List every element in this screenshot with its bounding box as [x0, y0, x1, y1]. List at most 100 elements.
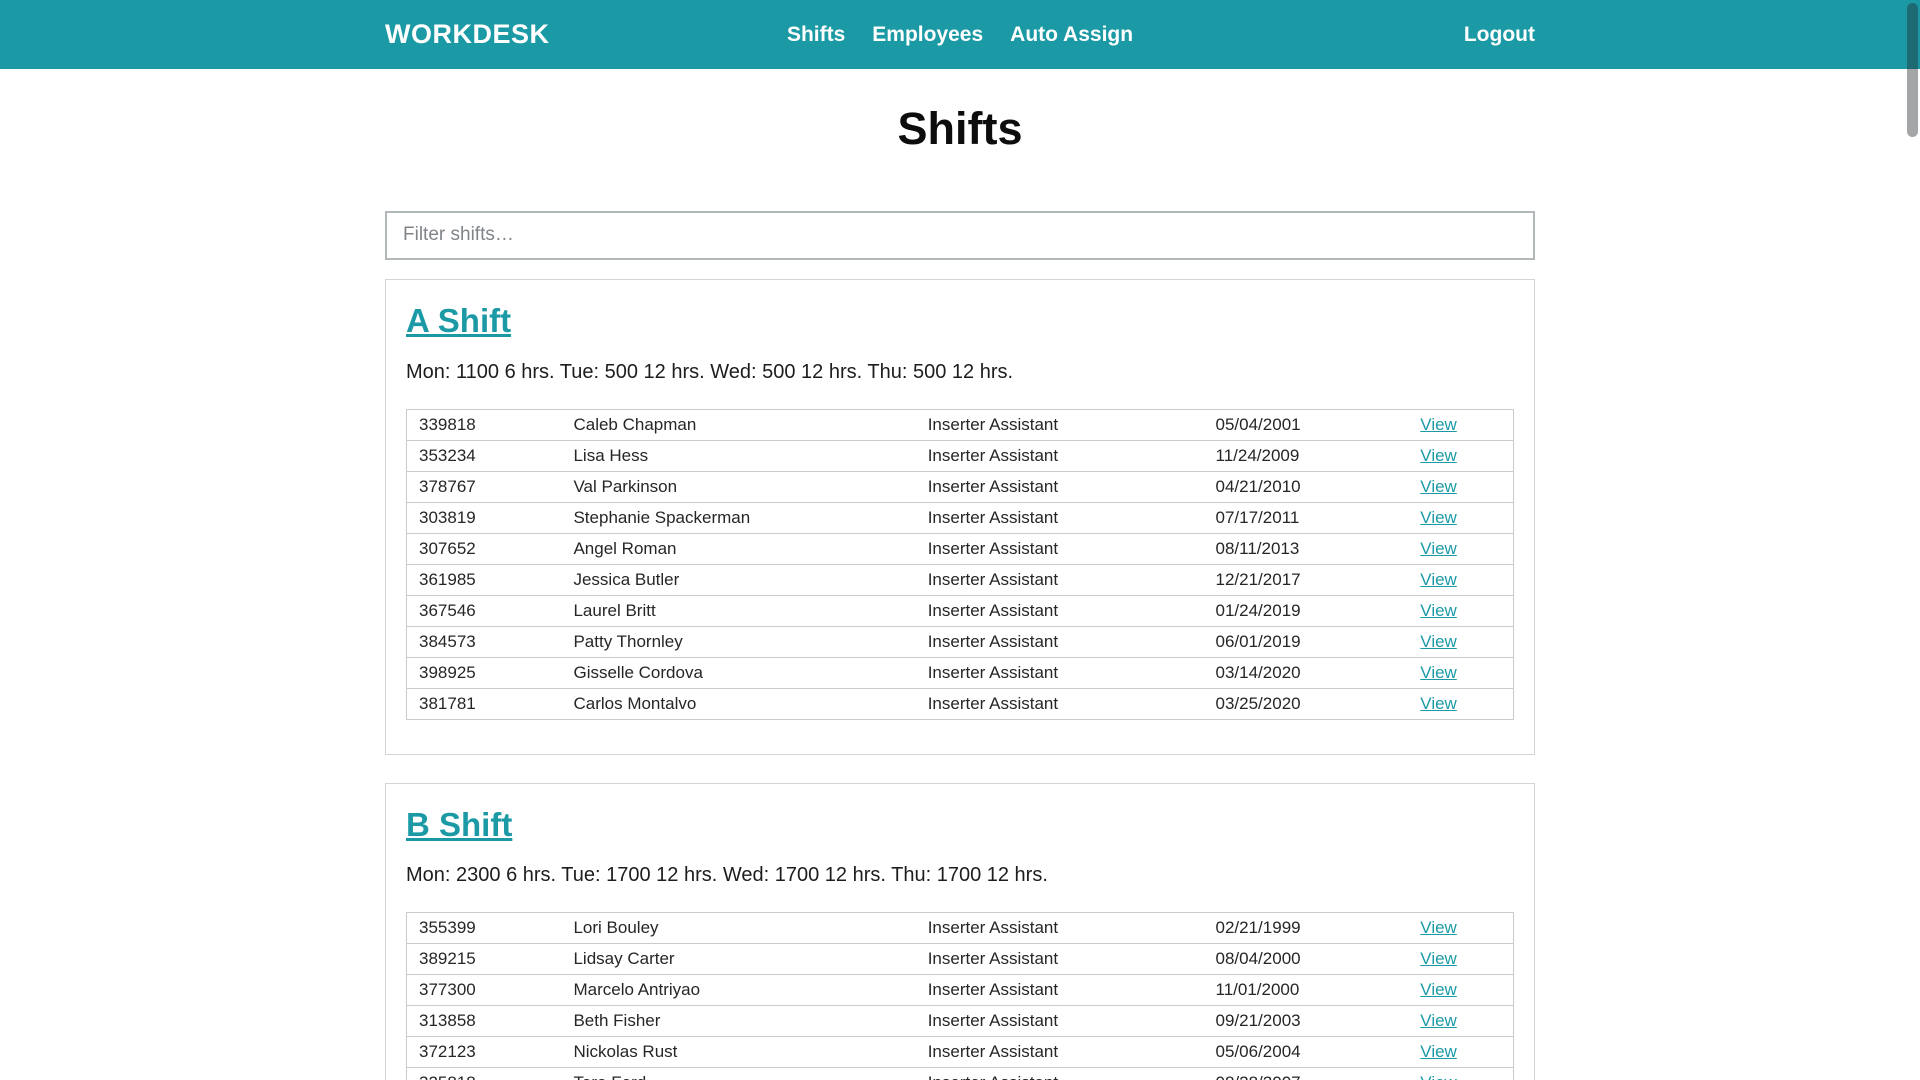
header-container: WORKDESK Shifts Employees Auto Assign Logo…	[385, 0, 1535, 69]
shift-name-link[interactable]: A Shift	[406, 302, 511, 339]
shift-schedule: Mon: 2300 6 hrs. Tue: 1700 12 hrs. Wed: …	[406, 864, 1514, 887]
employee-role: Inserter Assistant	[916, 471, 1204, 502]
view-link[interactable]: View	[1420, 1073, 1457, 1080]
employee-view-cell: View	[1408, 944, 1513, 975]
employee-name: Tara Ford	[561, 1068, 915, 1080]
employee-id: 325818	[407, 1068, 562, 1080]
employee-row: 367546 Laurel Britt Inserter Assistant 0…	[407, 595, 1514, 626]
main-nav: Shifts Employees Auto Assign	[787, 23, 1133, 47]
employee-name: Lisa Hess	[561, 440, 915, 471]
employee-name: Stephanie Spackerman	[561, 502, 915, 533]
employee-name: Lori Bouley	[561, 913, 915, 944]
employee-view-cell: View	[1408, 533, 1513, 564]
employee-row: 355399 Lori Bouley Inserter Assistant 02…	[407, 913, 1514, 944]
employee-date: 12/21/2017	[1204, 564, 1409, 595]
view-link[interactable]: View	[1420, 949, 1457, 968]
nav-item-shifts[interactable]: Shifts	[787, 23, 845, 47]
employee-name: Lidsay Carter	[561, 944, 915, 975]
employee-id: 381781	[407, 688, 562, 719]
employee-row: 303819 Stephanie Spackerman Inserter Ass…	[407, 502, 1514, 533]
view-link[interactable]: View	[1420, 477, 1457, 496]
nav-item-employees[interactable]: Employees	[872, 23, 983, 47]
view-link[interactable]: View	[1420, 1011, 1457, 1030]
view-link[interactable]: View	[1420, 446, 1457, 465]
shift-list: A Shift Mon: 1100 6 hrs. Tue: 500 12 hrs…	[385, 279, 1535, 1080]
employee-role: Inserter Assistant	[916, 626, 1204, 657]
employee-role: Inserter Assistant	[916, 657, 1204, 688]
employee-date: 03/25/2020	[1204, 688, 1409, 719]
shift-schedule: Mon: 1100 6 hrs. Tue: 500 12 hrs. Wed: 5…	[406, 361, 1514, 384]
brand-logo[interactable]: WORKDESK	[385, 19, 550, 50]
employee-view-cell: View	[1408, 913, 1513, 944]
employee-view-cell: View	[1408, 975, 1513, 1006]
employee-id: 361985	[407, 564, 562, 595]
scrollbar[interactable]	[1904, 0, 1920, 1080]
employee-row: 353234 Lisa Hess Inserter Assistant 11/2…	[407, 440, 1514, 471]
employee-view-cell: View	[1408, 657, 1513, 688]
view-link[interactable]: View	[1420, 663, 1457, 682]
employee-name: Caleb Chapman	[561, 409, 915, 440]
employee-row: 339818 Caleb Chapman Inserter Assistant …	[407, 409, 1514, 440]
employee-date: 05/04/2001	[1204, 409, 1409, 440]
filter-input[interactable]	[385, 211, 1535, 260]
employee-role: Inserter Assistant	[916, 944, 1204, 975]
scrollbar-thumb[interactable]	[1907, 3, 1918, 137]
employee-role: Inserter Assistant	[916, 502, 1204, 533]
shift-card-heading: A Shift	[406, 302, 1514, 340]
employee-row: 361985 Jessica Butler Inserter Assistant…	[407, 564, 1514, 595]
employee-name: Gisselle Cordova	[561, 657, 915, 688]
employee-view-cell: View	[1408, 471, 1513, 502]
employee-date: 03/14/2020	[1204, 657, 1409, 688]
view-link[interactable]: View	[1420, 415, 1457, 434]
employee-date: 07/17/2011	[1204, 502, 1409, 533]
employee-date: 11/01/2000	[1204, 975, 1409, 1006]
employee-role: Inserter Assistant	[916, 975, 1204, 1006]
view-link[interactable]: View	[1420, 694, 1457, 713]
shift-card: A Shift Mon: 1100 6 hrs. Tue: 500 12 hrs…	[385, 279, 1535, 755]
employee-id: 389215	[407, 944, 562, 975]
employee-name: Laurel Britt	[561, 595, 915, 626]
employee-id: 313858	[407, 1006, 562, 1037]
view-link[interactable]: View	[1420, 980, 1457, 999]
employee-name: Carlos Montalvo	[561, 688, 915, 719]
employee-row: 381781 Carlos Montalvo Inserter Assistan…	[407, 688, 1514, 719]
employee-date: 06/01/2019	[1204, 626, 1409, 657]
view-link[interactable]: View	[1420, 918, 1457, 937]
employee-id: 303819	[407, 502, 562, 533]
employee-name: Nickolas Rust	[561, 1037, 915, 1068]
employee-date: 02/21/1999	[1204, 913, 1409, 944]
employee-row: 325818 Tara Ford Inserter Assistant 08/2…	[407, 1068, 1514, 1080]
view-link[interactable]: View	[1420, 601, 1457, 620]
view-link[interactable]: View	[1420, 570, 1457, 589]
employee-name: Jessica Butler	[561, 564, 915, 595]
main-content: Shifts A Shift Mon: 1100 6 hrs. Tue: 500…	[385, 105, 1535, 1080]
employee-view-cell: View	[1408, 595, 1513, 626]
employee-role: Inserter Assistant	[916, 564, 1204, 595]
employee-view-cell: View	[1408, 440, 1513, 471]
view-link[interactable]: View	[1420, 632, 1457, 651]
nav-item-auto-assign[interactable]: Auto Assign	[1010, 23, 1133, 47]
employee-role: Inserter Assistant	[916, 1037, 1204, 1068]
employee-role: Inserter Assistant	[916, 440, 1204, 471]
employee-view-cell: View	[1408, 626, 1513, 657]
app-header: WORKDESK Shifts Employees Auto Assign Logo…	[0, 0, 1920, 69]
employee-role: Inserter Assistant	[916, 688, 1204, 719]
employee-id: 377300	[407, 975, 562, 1006]
employee-role: Inserter Assistant	[916, 1006, 1204, 1037]
employee-id: 353234	[407, 440, 562, 471]
shift-name-link[interactable]: B Shift	[406, 806, 512, 843]
employee-date: 05/06/2004	[1204, 1037, 1409, 1068]
employee-date: 09/21/2003	[1204, 1006, 1409, 1037]
shift-card: B Shift Mon: 2300 6 hrs. Tue: 1700 12 hr…	[385, 783, 1535, 1080]
view-link[interactable]: View	[1420, 539, 1457, 558]
employee-row: 389215 Lidsay Carter Inserter Assistant …	[407, 944, 1514, 975]
logout-link[interactable]: Logout	[1464, 23, 1535, 47]
employee-id: 339818	[407, 409, 562, 440]
employee-row: 378767 Val Parkinson Inserter Assistant …	[407, 471, 1514, 502]
view-link[interactable]: View	[1420, 1042, 1457, 1061]
employee-view-cell: View	[1408, 409, 1513, 440]
view-link[interactable]: View	[1420, 508, 1457, 527]
employee-view-cell: View	[1408, 1037, 1513, 1068]
employee-name: Patty Thornley	[561, 626, 915, 657]
employee-role: Inserter Assistant	[916, 409, 1204, 440]
